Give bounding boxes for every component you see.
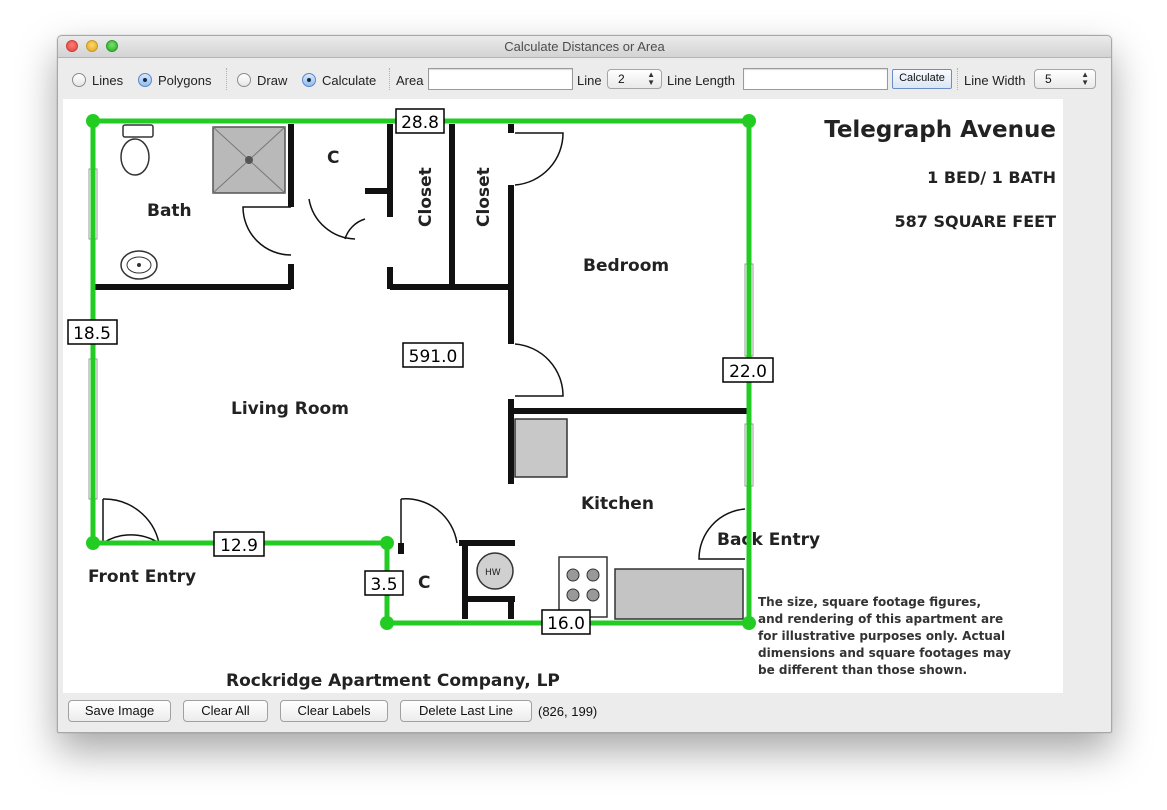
measurement-value: 591.0: [409, 347, 458, 367]
toolbar-separator: [957, 68, 958, 90]
room-label-back-entry: Back Entry: [717, 530, 820, 550]
updown-arrows-icon: ▲ ▼: [647, 70, 655, 87]
floorplan-title: Telegraph Avenue: [824, 117, 1056, 143]
clear-labels-button[interactable]: Clear Labels: [280, 700, 388, 722]
toolbar: Lines Polygons Draw Calculate Area Line …: [58, 58, 1111, 98]
room-label-hw: HW: [485, 568, 501, 578]
delete-last-line-button[interactable]: Delete Last Line: [400, 700, 532, 722]
measurement-value: 16.0: [547, 614, 585, 634]
floorplan-sqft: 587 SQUARE FEET: [895, 212, 1057, 231]
line-select-value: 2: [618, 72, 625, 86]
room-label-c-top: C: [327, 148, 339, 168]
line-select[interactable]: 2 ▲ ▼: [607, 69, 662, 89]
measurement-label-area: 591.0: [402, 342, 464, 368]
measurement-label-top: 28.8: [395, 108, 445, 134]
room-label-bath: Bath: [147, 201, 192, 221]
polygon-vertex-handle[interactable]: [86, 536, 100, 550]
polygon-vertex-handle[interactable]: [380, 536, 394, 550]
measurement-label-front: 12.9: [213, 531, 265, 557]
line-length-field[interactable]: [743, 68, 888, 90]
disclaimer-line: be different than those shown.: [758, 663, 967, 677]
toilet-icon: [120, 124, 154, 176]
polygon-vertex-handle[interactable]: [380, 616, 394, 630]
door-swing: [344, 218, 366, 240]
title-bar: Calculate Distances or Area: [58, 36, 1111, 58]
disclaimer-line: and rendering of this apartment are: [758, 612, 1003, 626]
measurement-label-bottom: 16.0: [541, 609, 591, 635]
area-field[interactable]: [428, 68, 573, 90]
polygons-radio-label: Polygons: [158, 72, 212, 88]
calculate-button[interactable]: Calculate: [892, 69, 952, 89]
draw-radio-label: Draw: [257, 72, 288, 88]
room-label-bedroom: Bedroom: [583, 256, 669, 276]
room-label-kitchen: Kitchen: [581, 494, 654, 514]
disclaimer-line: dimensions and square footages may: [758, 646, 1011, 660]
calculate-radio-indicator[interactable]: [302, 73, 316, 87]
line-width-label: Line Width: [964, 72, 1026, 88]
cursor-coordinates: (826, 199): [538, 704, 598, 719]
polygons-radio[interactable]: Polygons: [138, 70, 211, 90]
measurement-value: 3.5: [370, 575, 397, 595]
drawing-canvas[interactable]: Bath C Closet Closet Bedroom Living Room…: [63, 99, 1063, 693]
measurement-label-right: 22.0: [722, 357, 774, 383]
disclaimer: The size, square footage figures, and re…: [758, 595, 1011, 677]
door-swing: [242, 206, 292, 256]
measurement-value: 18.5: [73, 324, 111, 344]
floorplan-beds: 1 BED/ 1 BATH: [927, 168, 1056, 187]
draw-radio[interactable]: Draw: [237, 70, 287, 90]
measurement-value: 22.0: [729, 362, 767, 382]
room-label-closet-1: Closet: [416, 167, 436, 227]
lines-radio-label: Lines: [92, 72, 124, 88]
floor-plan-image: Bath C Closet Closet Bedroom Living Room…: [67, 108, 1057, 691]
calculate-radio[interactable]: Calculate: [302, 70, 376, 90]
window-title: Calculate Distances or Area: [504, 39, 665, 54]
polygon-vertex-handle[interactable]: [742, 616, 756, 630]
door-swing: [514, 132, 564, 186]
updown-arrows-icon: ▲ ▼: [1081, 70, 1089, 87]
sink-icon: [120, 250, 158, 280]
stove-icon: [558, 556, 608, 618]
area-label: Area: [396, 72, 424, 88]
line-width-select-value: 5: [1045, 72, 1052, 86]
room-label-living-room: Living Room: [231, 399, 349, 419]
shower-icon: [212, 126, 286, 194]
measurement-label-step: 3.5: [364, 570, 404, 596]
disclaimer-line: The size, square footage figures,: [758, 595, 981, 609]
door-swing: [514, 343, 564, 397]
polygons-radio-indicator[interactable]: [138, 73, 152, 87]
line-length-label: Line Length: [667, 72, 735, 88]
clear-all-button[interactable]: Clear All: [183, 700, 268, 722]
door-swing: [102, 498, 161, 545]
polygon-vertex-handle[interactable]: [86, 114, 100, 128]
app-window: Calculate Distances or Area Lines Polygo…: [57, 35, 1112, 733]
toolbar-separator: [226, 68, 227, 90]
room-label-closet-2: Closet: [474, 167, 494, 227]
lines-radio[interactable]: Lines: [72, 70, 123, 90]
lines-radio-indicator[interactable]: [72, 73, 86, 87]
room-label-c-bottom: C: [418, 573, 430, 593]
room-label-front-entry: Front Entry: [88, 567, 196, 587]
save-image-button[interactable]: Save Image: [68, 700, 171, 722]
calculate-radio-label: Calculate: [322, 72, 377, 88]
measurement-value: 12.9: [220, 536, 258, 556]
toolbar-separator: [389, 68, 390, 90]
measurement-label-left: 18.5: [67, 319, 118, 345]
measurement-value: 28.8: [401, 113, 439, 133]
refrigerator-icon: [514, 418, 568, 478]
draw-radio-indicator[interactable]: [237, 73, 251, 87]
counter-icon: [614, 568, 744, 620]
door-swing: [400, 498, 458, 544]
company-name: Rockridge Apartment Company, LP: [226, 671, 560, 691]
line-width-select[interactable]: 5 ▲ ▼: [1034, 69, 1096, 89]
disclaimer-line: for illustrative purposes only. Actual: [758, 629, 1005, 643]
polygon-vertex-handle[interactable]: [742, 114, 756, 128]
line-label: Line: [577, 72, 602, 88]
